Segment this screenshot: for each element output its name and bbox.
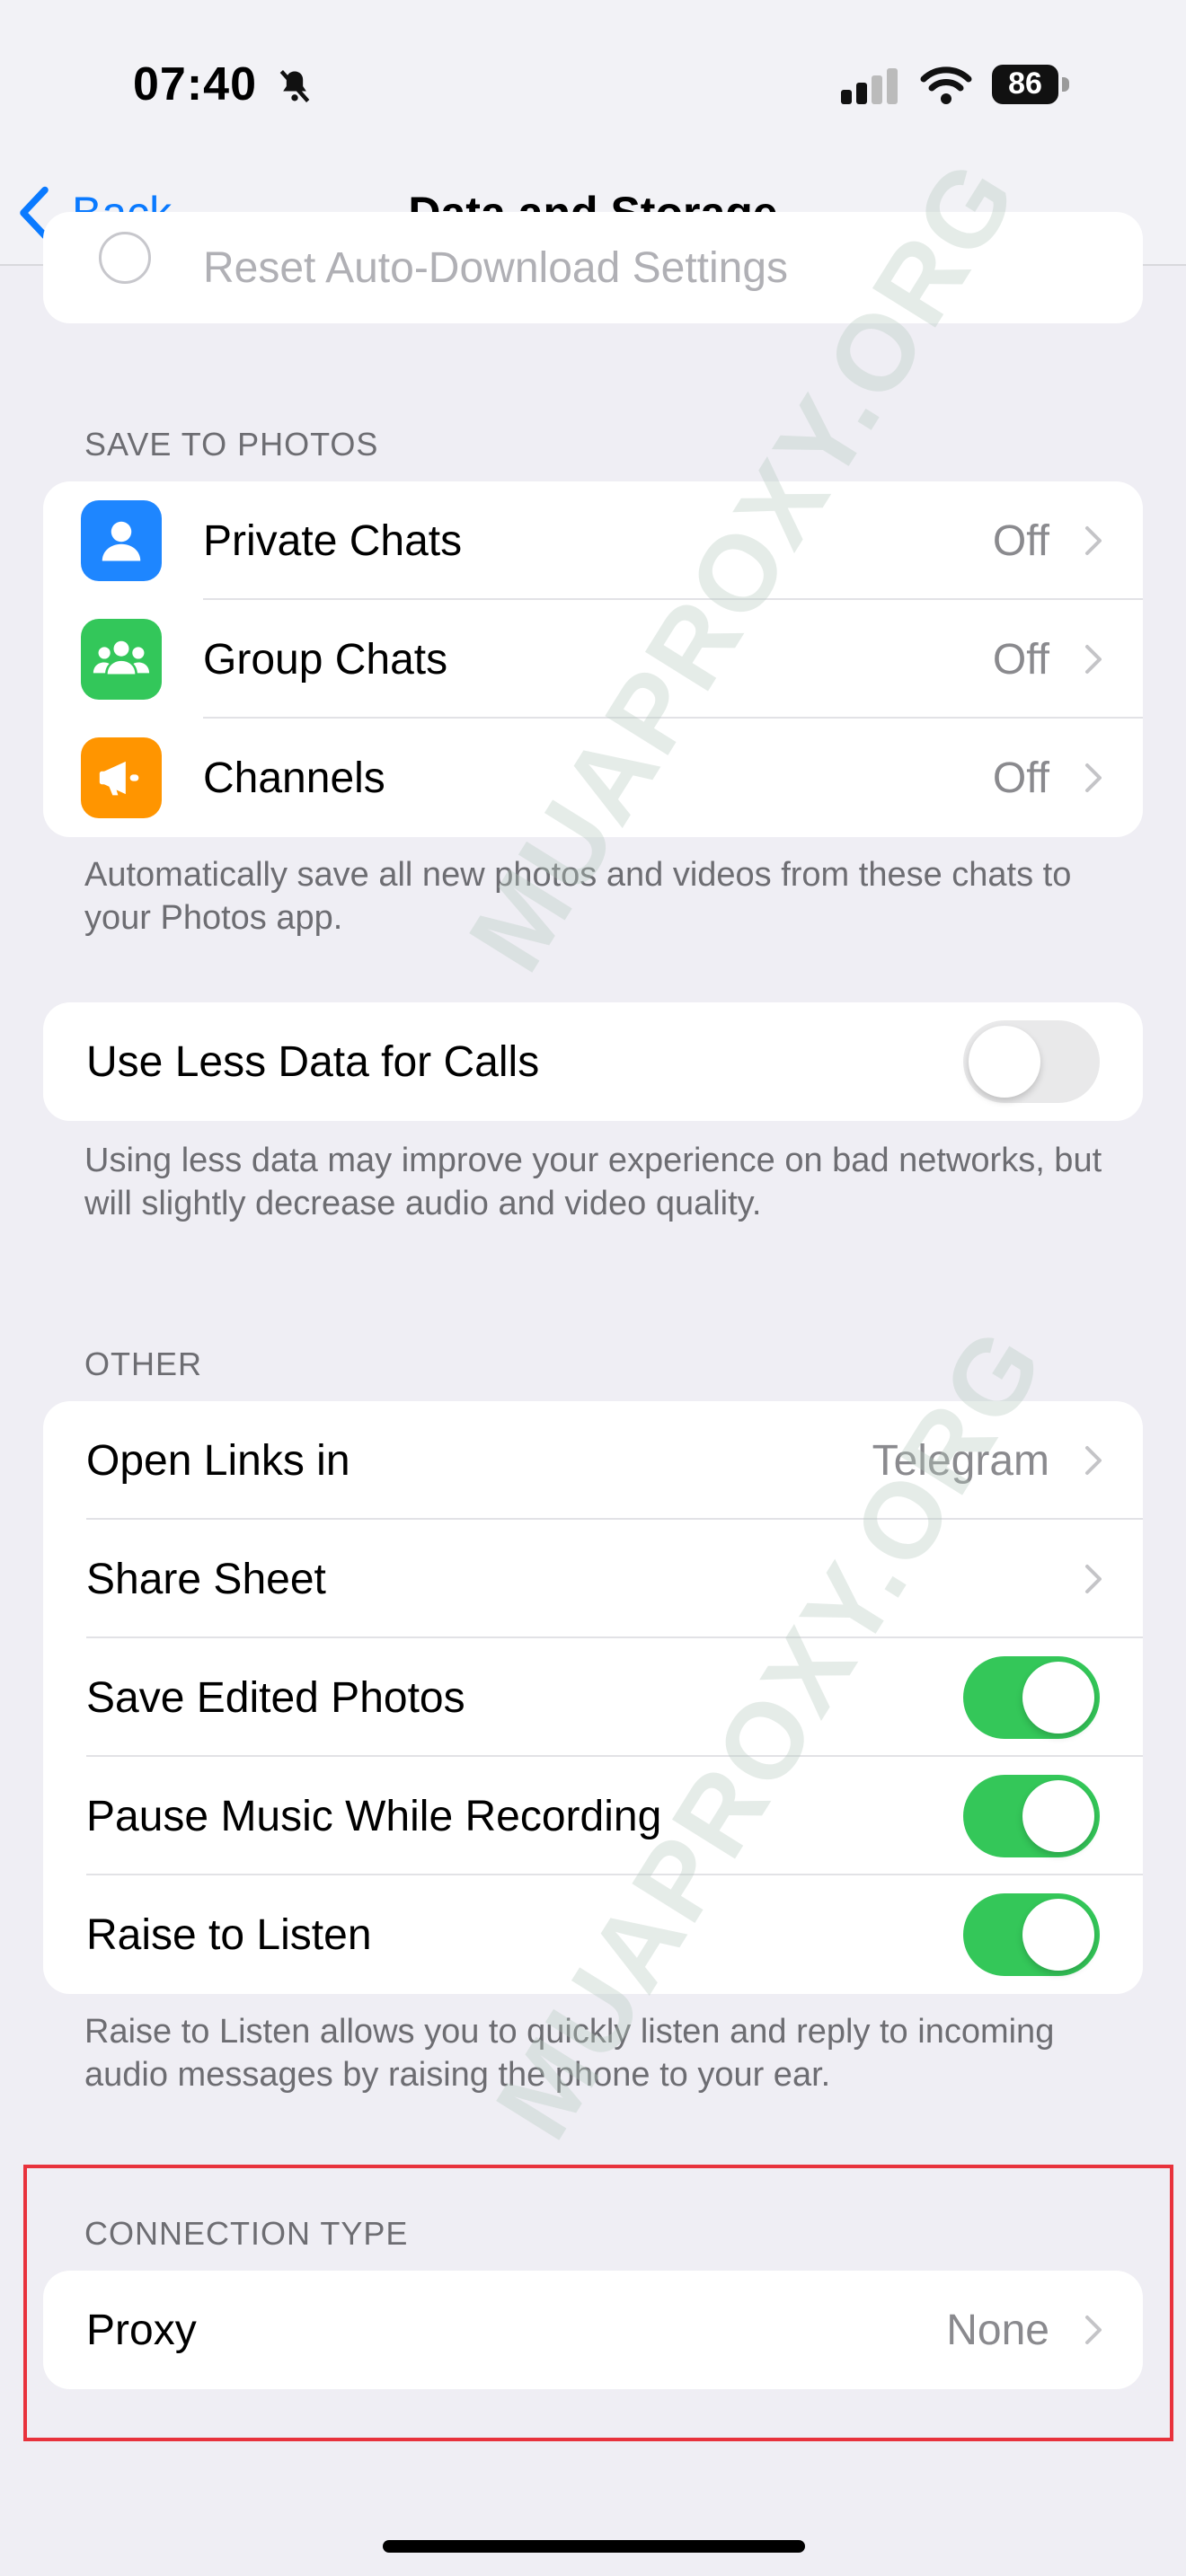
person-icon — [81, 500, 162, 581]
reset-radio-icon — [99, 232, 151, 284]
calls-footer: Using less data may improve your experie… — [84, 1142, 1102, 1222]
bell-slash-icon — [279, 70, 310, 102]
chevron-right-icon — [1085, 526, 1102, 555]
raise-to-listen-toggle[interactable] — [963, 1893, 1100, 1976]
private-chats-value: Off — [992, 516, 1049, 565]
share-sheet-row[interactable]: Share Sheet — [43, 1520, 1143, 1638]
pause-music-label: Pause Music While Recording — [86, 1792, 662, 1840]
status-bar: 07:40 86 — [0, 0, 1186, 162]
share-sheet-label: Share Sheet — [86, 1555, 326, 1603]
save-to-photos-header: SAVE TO PHOTOS — [84, 426, 379, 463]
save-edited-photos-toggle[interactable] — [963, 1656, 1100, 1739]
chevron-right-icon — [1085, 763, 1102, 792]
group-icon — [81, 619, 162, 700]
other-header: OTHER — [84, 1345, 202, 1382]
chevron-right-icon — [1085, 645, 1102, 674]
save-edited-photos-label: Save Edited Photos — [86, 1673, 465, 1722]
battery-indicator: 86 — [992, 65, 1075, 104]
use-less-data-toggle[interactable] — [963, 1020, 1100, 1103]
cellular-signal-icon — [841, 68, 898, 104]
highlight-box — [23, 2165, 1173, 2441]
channels-value: Off — [992, 754, 1049, 802]
status-time: 07:40 — [133, 58, 257, 110]
chevron-right-icon — [1085, 1565, 1102, 1593]
battery-percent: 86 — [1008, 66, 1042, 101]
private-chats-row[interactable]: Private Chats Off — [43, 481, 1143, 600]
raise-to-listen-label: Raise to Listen — [86, 1910, 372, 1959]
wifi-icon — [920, 66, 972, 104]
group-chats-value: Off — [992, 635, 1049, 684]
group-chats-label: Group Chats — [203, 635, 448, 684]
chevron-right-icon — [1085, 1446, 1102, 1475]
home-indicator — [383, 2540, 805, 2553]
use-less-data-label: Use Less Data for Calls — [86, 1037, 540, 1086]
pause-music-row: Pause Music While Recording — [43, 1757, 1143, 1875]
pause-music-toggle[interactable] — [963, 1775, 1100, 1857]
calls-card: Use Less Data for Calls — [43, 1002, 1143, 1121]
channels-label: Channels — [203, 754, 385, 802]
reset-auto-download-label: Reset Auto-Download Settings — [203, 243, 789, 292]
save-edited-photos-row: Save Edited Photos — [43, 1638, 1143, 1757]
private-chats-label: Private Chats — [203, 516, 463, 565]
use-less-data-row: Use Less Data for Calls — [43, 1002, 1143, 1121]
megaphone-icon — [81, 737, 162, 818]
open-links-label: Open Links in — [86, 1436, 350, 1485]
